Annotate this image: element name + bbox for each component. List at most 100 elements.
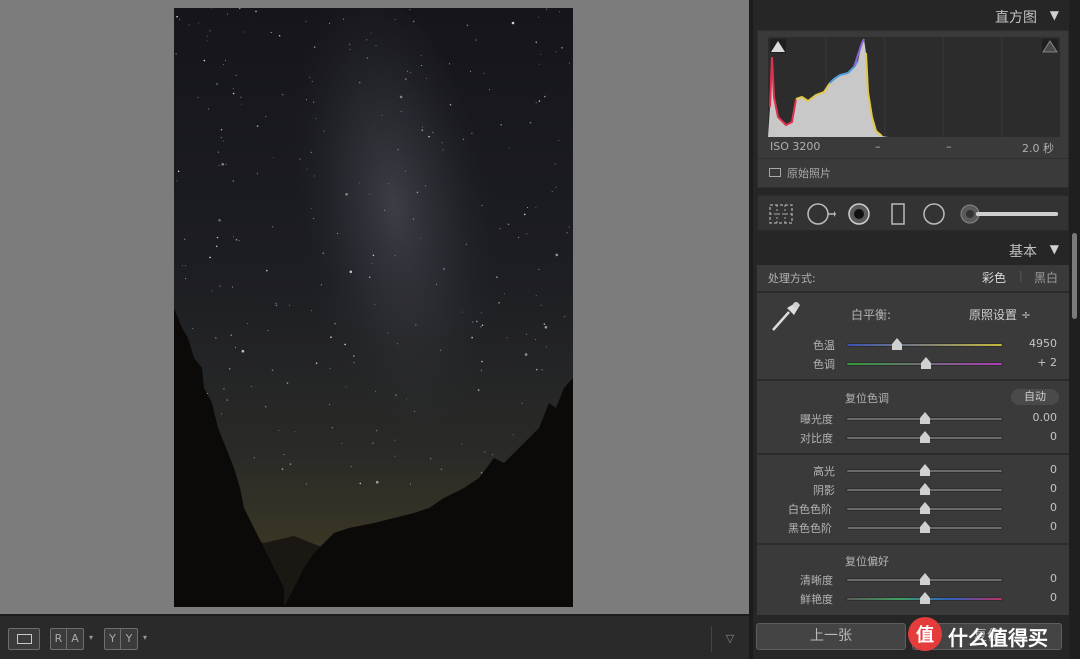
star bbox=[315, 118, 317, 119]
shadow-clipping-icon[interactable] bbox=[770, 39, 786, 53]
star bbox=[523, 213, 526, 216]
shadows-label: 阴影 bbox=[813, 484, 835, 497]
tint-value[interactable]: + 2 bbox=[1037, 356, 1057, 369]
star bbox=[235, 239, 238, 241]
star bbox=[394, 455, 396, 457]
highlights-value[interactable]: 0 bbox=[1050, 463, 1057, 476]
contrast-slider[interactable] bbox=[846, 431, 1003, 443]
red-eye-icon[interactable] bbox=[847, 202, 873, 230]
basic-panel: 处理方式: 彩色 | 黑白 白平衡: 原照设置 ÷ 色温 4950 色调 + 2… bbox=[757, 265, 1069, 615]
star bbox=[368, 276, 371, 279]
blacks-slider[interactable] bbox=[846, 521, 1003, 533]
highlight-clipping-icon[interactable] bbox=[1042, 39, 1058, 53]
photo-preview[interactable] bbox=[174, 8, 573, 607]
collapse-triangle-icon[interactable]: ▼ bbox=[1050, 242, 1059, 256]
star bbox=[375, 45, 377, 47]
spot-removal-icon[interactable] bbox=[806, 202, 836, 230]
star bbox=[558, 140, 560, 141]
star bbox=[266, 269, 268, 272]
shadows-value[interactable]: 0 bbox=[1050, 482, 1057, 495]
highlights-slider[interactable] bbox=[846, 464, 1003, 476]
vibrance-slider[interactable] bbox=[846, 592, 1003, 604]
exposure-slider[interactable] bbox=[846, 412, 1003, 424]
star bbox=[203, 59, 206, 62]
treatment-label: 处理方式: bbox=[768, 272, 816, 285]
exif-shutter-speed: 2.0 秒 bbox=[1022, 142, 1054, 155]
star bbox=[177, 170, 180, 173]
vibrance-value[interactable]: 0 bbox=[1050, 591, 1057, 604]
exif-focal-length: – bbox=[875, 140, 881, 153]
star bbox=[538, 269, 540, 271]
treatment-color-option[interactable]: 彩色 bbox=[982, 269, 1006, 286]
view-toolbar: R A ▾ Y Y ▾ ▽ bbox=[0, 614, 749, 659]
contrast-value[interactable]: 0 bbox=[1050, 430, 1057, 443]
star bbox=[359, 482, 362, 485]
star bbox=[251, 386, 252, 388]
panel-scrollbar[interactable] bbox=[1069, 0, 1080, 659]
watermark: 值 什么值得买 bbox=[906, 615, 1080, 653]
before-after-dropdown-icon[interactable]: ▾ bbox=[89, 633, 93, 642]
basic-header[interactable]: 基本 ▼ bbox=[753, 236, 1065, 264]
reset-presence-label[interactable]: 复位偏好 bbox=[845, 553, 889, 569]
star bbox=[270, 32, 272, 33]
photo-canvas[interactable] bbox=[0, 0, 749, 614]
star bbox=[442, 149, 444, 151]
star bbox=[535, 295, 537, 297]
temp-slider[interactable] bbox=[846, 338, 1003, 350]
crop-overlay-icon[interactable] bbox=[768, 202, 794, 230]
temp-value[interactable]: 4950 bbox=[1029, 337, 1057, 350]
star bbox=[395, 394, 397, 396]
star bbox=[349, 270, 353, 274]
split-dropdown-icon[interactable]: ▾ bbox=[143, 633, 147, 642]
star bbox=[535, 41, 538, 43]
histogram-header[interactable]: 直方图 ▼ bbox=[753, 2, 1065, 30]
tint-slider[interactable] bbox=[846, 357, 1003, 369]
clarity-label: 清晰度 bbox=[800, 574, 833, 587]
exposure-value[interactable]: 0.00 bbox=[1033, 411, 1058, 424]
adjustment-brush-icon[interactable] bbox=[958, 202, 1062, 230]
star bbox=[344, 343, 346, 346]
clarity-value[interactable]: 0 bbox=[1050, 572, 1057, 585]
star bbox=[310, 151, 313, 154]
auto-tone-button[interactable]: 自动 bbox=[1011, 389, 1059, 405]
white-balance-label: 白平衡: bbox=[851, 308, 892, 322]
star bbox=[399, 95, 403, 99]
star bbox=[221, 163, 224, 166]
whites-value[interactable]: 0 bbox=[1050, 501, 1057, 514]
star bbox=[481, 204, 483, 206]
split-y-letter-2: Y bbox=[125, 632, 133, 645]
star bbox=[480, 326, 482, 328]
loupe-view-button[interactable] bbox=[8, 628, 40, 650]
before-after-split-button[interactable]: Y Y bbox=[104, 628, 138, 650]
star bbox=[481, 360, 483, 363]
previous-button[interactable]: 上一张 bbox=[756, 623, 906, 650]
treatment-bw-option[interactable]: 黑白 bbox=[1034, 269, 1058, 286]
collapse-triangle-icon[interactable]: ▼ bbox=[1050, 8, 1059, 22]
original-photo-label[interactable]: 原始照片 bbox=[787, 165, 831, 181]
histogram-graph[interactable] bbox=[768, 37, 1060, 137]
radial-filter-icon[interactable] bbox=[922, 202, 948, 230]
star bbox=[461, 443, 463, 445]
star bbox=[273, 157, 275, 158]
blacks-value[interactable]: 0 bbox=[1050, 520, 1057, 533]
star bbox=[207, 108, 209, 110]
star bbox=[311, 310, 313, 312]
clarity-slider[interactable] bbox=[846, 573, 1003, 585]
star bbox=[425, 185, 427, 187]
whites-slider[interactable] bbox=[846, 502, 1003, 514]
before-after-lr-button[interactable]: R A bbox=[50, 628, 84, 650]
contrast-label: 对比度 bbox=[800, 432, 833, 445]
toolbar-menu-chevron-icon[interactable]: ▽ bbox=[720, 630, 740, 648]
shadows-slider[interactable] bbox=[846, 483, 1003, 495]
star bbox=[343, 18, 344, 20]
star bbox=[313, 175, 315, 177]
white-balance-dropdown[interactable]: 原照设置 ÷ bbox=[969, 306, 1031, 323]
graduated-filter-icon[interactable] bbox=[888, 202, 908, 230]
blacks-label: 黑色色阶 bbox=[788, 522, 832, 535]
white-balance-eyedropper-icon[interactable] bbox=[767, 298, 803, 338]
panel-scrollbar-thumb[interactable] bbox=[1072, 233, 1077, 319]
histogram-divider bbox=[758, 158, 1068, 159]
original-photo-checkbox[interactable] bbox=[769, 168, 781, 177]
star bbox=[320, 284, 322, 286]
reset-tone-label[interactable]: 复位色调 bbox=[845, 390, 889, 406]
